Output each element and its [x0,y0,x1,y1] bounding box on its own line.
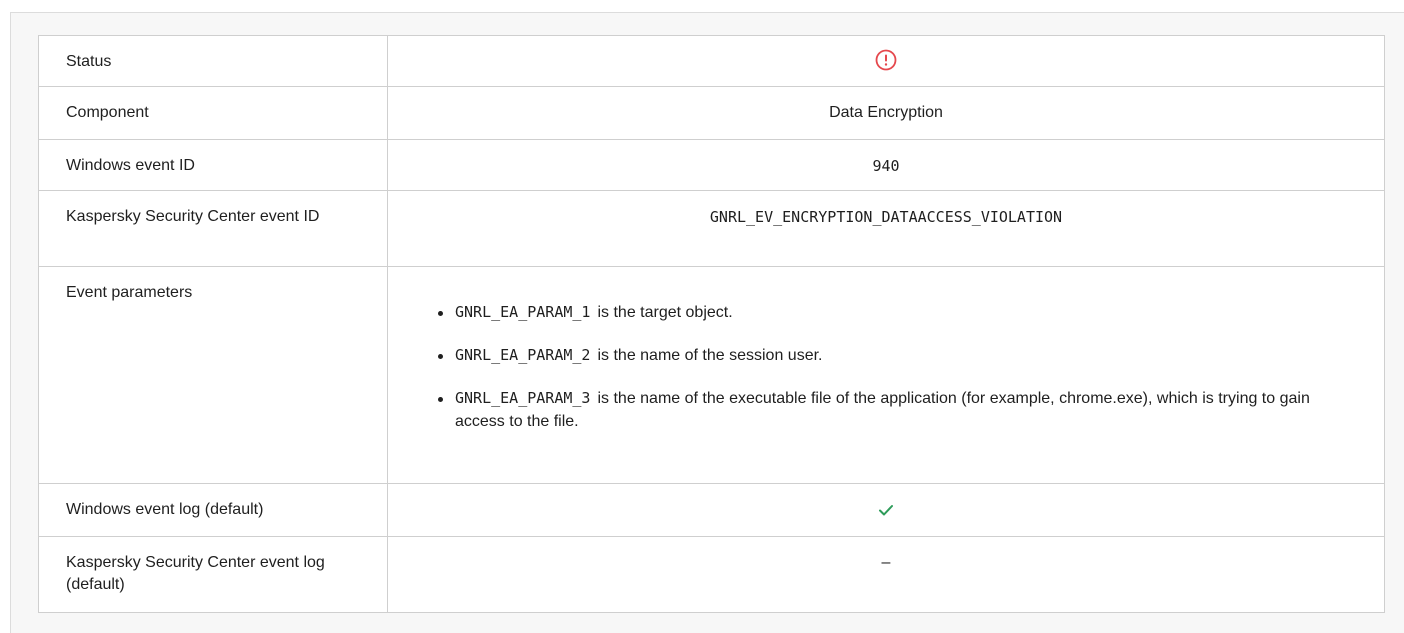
ksc-event-log-value: – [387,536,1385,613]
event-parameters-label: Event parameters [38,266,388,484]
status-label: Status [38,35,388,87]
list-item: GNRL_EA_PARAM_2 is the name of the sessio… [438,344,1364,367]
windows-event-log-value [387,483,1385,537]
event-details-table: Status Component Data Encryption Windows… [38,35,1385,613]
ksc-event-log-label: Kaspersky Security Center event log (def… [38,536,388,613]
status-value [387,35,1385,87]
table-row-ksc-event-log: Kaspersky Security Center event log (def… [38,536,1385,613]
table-row-status: Status [38,35,1385,87]
ksc-event-id-label: Kaspersky Security Center event ID [38,190,388,267]
component-label: Component [38,86,388,140]
event-parameters-value: GNRL_EA_PARAM_1 is the target object. GNR… [387,266,1385,484]
event-parameters-list: GNRL_EA_PARAM_1 is the target object. GNR… [438,301,1364,433]
windows-event-log-label: Windows event log (default) [38,483,388,537]
param-code: GNRL_EA_PARAM_3 [455,389,591,407]
table-row-windows-event-log: Windows event log (default) [38,483,1385,537]
checkmark-icon [875,499,897,521]
ksc-event-id-value: GNRL_EV_ENCRYPTION_DATAACCESS_VIOLATION [387,190,1385,267]
table-row-component: Component Data Encryption [38,86,1385,140]
param-description: is the name of the session user. [597,347,823,364]
table-row-event-parameters: Event parameters GNRL_EA_PARAM_1 is the t… [38,266,1385,484]
param-code: GNRL_EA_PARAM_1 [455,303,591,321]
list-item: GNRL_EA_PARAM_3 is the name of the execut… [438,387,1364,433]
table-row-ksc-event-id: Kaspersky Security Center event ID GNRL_… [38,190,1385,267]
param-code: GNRL_EA_PARAM_2 [455,346,591,364]
param-description: is the target object. [597,304,733,321]
list-item: GNRL_EA_PARAM_1 is the target object. [438,301,1364,324]
component-value: Data Encryption [387,86,1385,140]
table-row-windows-event-id: Windows event ID 940 [38,139,1385,191]
error-circle-icon [875,49,897,71]
windows-event-id-label: Windows event ID [38,139,388,191]
windows-event-id-value: 940 [387,139,1385,191]
